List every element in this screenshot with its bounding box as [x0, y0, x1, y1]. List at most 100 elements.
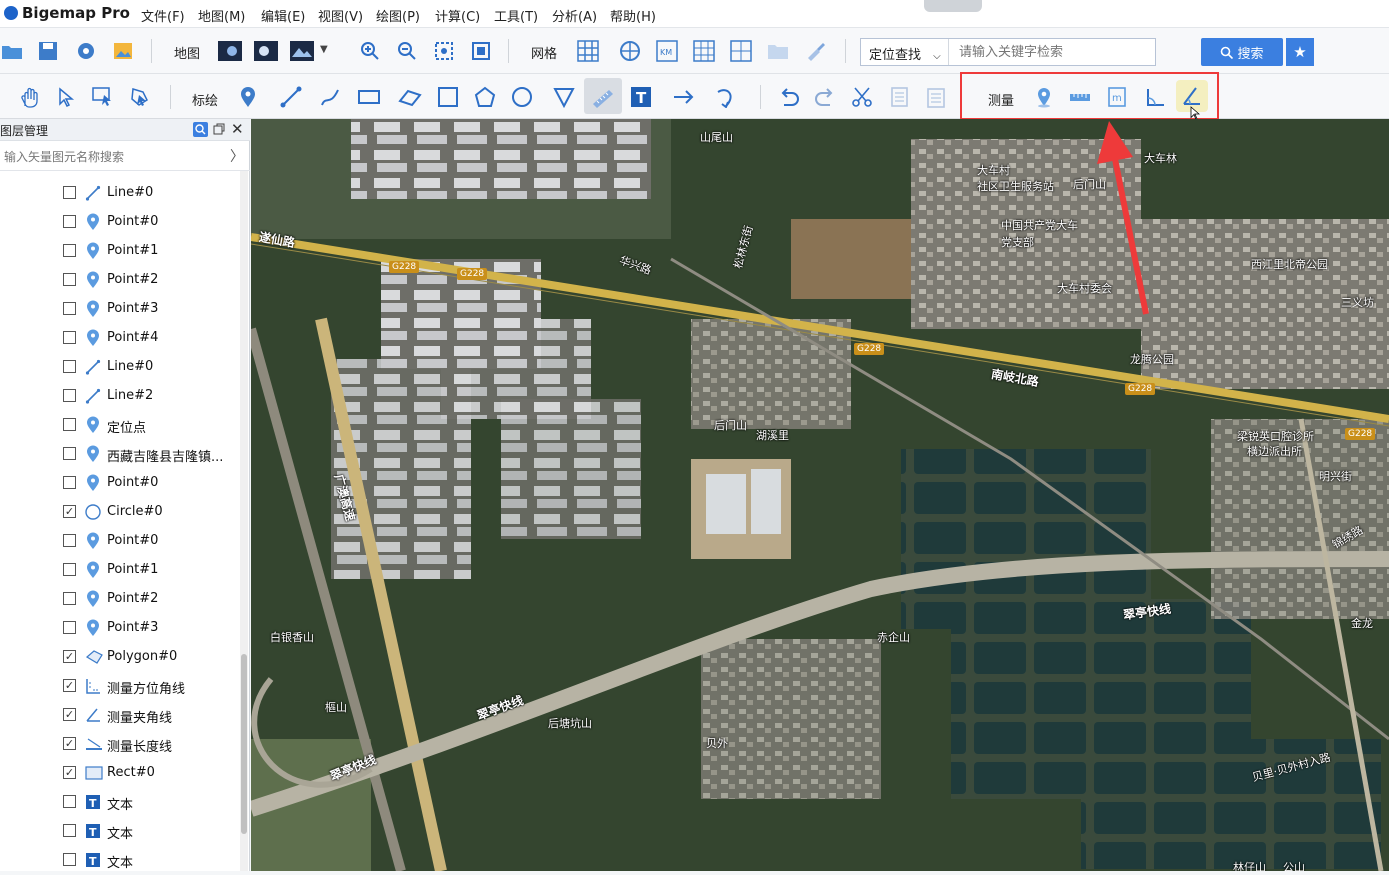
window-drag-handle[interactable]	[924, 0, 982, 12]
km-grid-icon[interactable]: KM	[655, 39, 679, 63]
location-mode-select[interactable]: 定位查找 ⌵	[861, 39, 949, 65]
layer-row[interactable]: 西藏吉隆县吉隆镇...	[0, 440, 240, 469]
zoom-extent-icon[interactable]	[432, 39, 456, 63]
layer-visibility-checkbox[interactable]	[63, 215, 76, 228]
image-icon[interactable]	[111, 39, 135, 63]
layer-visibility-checkbox[interactable]	[63, 418, 76, 431]
layer-row[interactable]: Point#0	[0, 527, 240, 556]
draw-parallelogram-icon[interactable]	[398, 85, 422, 109]
paste-icon[interactable]	[924, 85, 948, 109]
layer-row[interactable]: Point#1	[0, 556, 240, 585]
menu-analysis[interactable]: 分析(A)	[552, 6, 597, 25]
layer-visibility-checkbox[interactable]	[63, 244, 76, 257]
favorite-star-button[interactable]: ★	[1286, 38, 1314, 66]
panel-search-icon[interactable]	[193, 122, 208, 137]
draw-line-icon[interactable]	[279, 85, 303, 109]
layer-row[interactable]: T 文本	[0, 817, 240, 846]
settings-gear-icon[interactable]	[74, 39, 98, 63]
layer-visibility-checkbox[interactable]	[63, 853, 76, 866]
mgrs-grid-icon[interactable]	[729, 39, 753, 63]
layer-row[interactable]: 定位点	[0, 411, 240, 440]
layer-row[interactable]: ✓ Rect#0	[0, 759, 240, 788]
layer-visibility-checkbox[interactable]	[63, 824, 76, 837]
layer-visibility-checkbox[interactable]: ✓	[63, 708, 76, 721]
layer-visibility-checkbox[interactable]	[63, 447, 76, 460]
open-folder-icon[interactable]	[0, 39, 24, 63]
layer-row[interactable]: ✓ Polygon#0	[0, 643, 240, 672]
menu-calc[interactable]: 计算(C)	[435, 6, 480, 25]
panel-close-icon[interactable]: ✕	[231, 120, 244, 138]
mercator-grid-icon[interactable]	[692, 39, 716, 63]
menu-file[interactable]: 文件(F)	[141, 6, 185, 25]
redo-icon[interactable]	[813, 85, 837, 109]
layer-row[interactable]: ✓ 测量夹角线	[0, 701, 240, 730]
layer-visibility-checkbox[interactable]	[63, 389, 76, 402]
zoom-in-icon[interactable]	[358, 39, 382, 63]
terrain-map-icon[interactable]	[290, 39, 314, 63]
save-icon[interactable]	[36, 39, 60, 63]
menu-edit[interactable]: 编辑(E)	[261, 6, 305, 25]
layer-row[interactable]: ✓ 测量方位角线	[0, 672, 240, 701]
layer-visibility-checkbox[interactable]: ✓	[63, 505, 76, 518]
layer-visibility-checkbox[interactable]	[63, 592, 76, 605]
layer-row[interactable]: Point#0	[0, 469, 240, 498]
folder-map-icon[interactable]	[766, 39, 790, 63]
satellite-map-view[interactable]: 山尾山 大车村 社区卫生服务站 后门山 大车林 中国共产党大车 党支部 大车村委…	[251, 119, 1389, 871]
chevron-right-icon[interactable]: 〉	[230, 146, 244, 166]
layer-visibility-checkbox[interactable]	[63, 331, 76, 344]
satellite-map-icon[interactable]	[218, 39, 242, 63]
layer-row[interactable]: Line#0	[0, 179, 240, 208]
draw-arrow-icon[interactable]	[672, 85, 696, 109]
box-select-icon[interactable]	[91, 85, 115, 109]
draw-circle-icon[interactable]	[510, 85, 534, 109]
layer-visibility-checkbox[interactable]	[63, 186, 76, 199]
layer-row[interactable]: Line#0	[0, 353, 240, 382]
scrollbar-thumb[interactable]	[241, 654, 247, 834]
layer-visibility-checkbox[interactable]	[63, 563, 76, 576]
select-arrow-icon[interactable]	[54, 85, 78, 109]
layer-visibility-checkbox[interactable]	[63, 360, 76, 373]
draw-ruler-icon[interactable]	[591, 85, 615, 109]
layer-row[interactable]: Point#2	[0, 585, 240, 614]
draw-sector-icon[interactable]	[552, 85, 576, 109]
layer-visibility-checkbox[interactable]	[63, 302, 76, 315]
polygon-select-icon[interactable]	[128, 85, 152, 109]
chevron-down-icon[interactable]: ▼	[320, 44, 328, 55]
hybrid-map-icon[interactable]	[254, 39, 278, 63]
copy-icon[interactable]	[887, 85, 911, 109]
layer-row[interactable]: Line#2	[0, 382, 240, 411]
zoom-out-icon[interactable]	[395, 39, 419, 63]
draw-point-icon[interactable]	[236, 85, 260, 109]
layer-row[interactable]: ✓ Circle#0	[0, 498, 240, 527]
search-button[interactable]: 搜索	[1201, 38, 1283, 66]
draw-square-icon[interactable]	[436, 85, 460, 109]
layer-visibility-checkbox[interactable]: ✓	[63, 766, 76, 779]
layer-visibility-checkbox[interactable]	[63, 621, 76, 634]
draw-pentagon-icon[interactable]	[473, 85, 497, 109]
draw-text-icon[interactable]: T	[629, 85, 653, 109]
layer-row[interactable]: Point#2	[0, 266, 240, 295]
draw-curved-arrow-icon[interactable]	[714, 85, 738, 109]
menu-draw[interactable]: 绘图(P)	[376, 6, 420, 25]
layer-search-input[interactable]: 输入矢量图元名称搜索	[4, 148, 124, 165]
layer-row[interactable]: Point#3	[0, 614, 240, 643]
cut-scissors-icon[interactable]	[850, 85, 874, 109]
panel-float-icon[interactable]	[212, 122, 226, 140]
full-extent-icon[interactable]	[469, 39, 493, 63]
layer-visibility-checkbox[interactable]: ✓	[63, 650, 76, 663]
layer-row[interactable]: Point#0	[0, 208, 240, 237]
layer-row[interactable]: ✓ 测量长度线	[0, 730, 240, 759]
layer-row[interactable]: T 文本	[0, 788, 240, 817]
keyword-search-input[interactable]	[951, 39, 1156, 65]
draw-rectangle-icon[interactable]	[357, 85, 381, 109]
layer-visibility-checkbox[interactable]: ✓	[63, 737, 76, 750]
undo-icon[interactable]	[777, 85, 801, 109]
layer-visibility-checkbox[interactable]	[63, 476, 76, 489]
brush-clear-icon[interactable]	[803, 39, 827, 63]
layer-search-bar[interactable]: 输入矢量图元名称搜索 〉	[0, 141, 250, 171]
layer-visibility-checkbox[interactable]	[63, 273, 76, 286]
menu-map[interactable]: 地图(M)	[198, 6, 245, 25]
menu-tools[interactable]: 工具(T)	[494, 6, 538, 25]
globe-grid-icon[interactable]	[618, 39, 642, 63]
layer-row[interactable]: Point#3	[0, 295, 240, 324]
